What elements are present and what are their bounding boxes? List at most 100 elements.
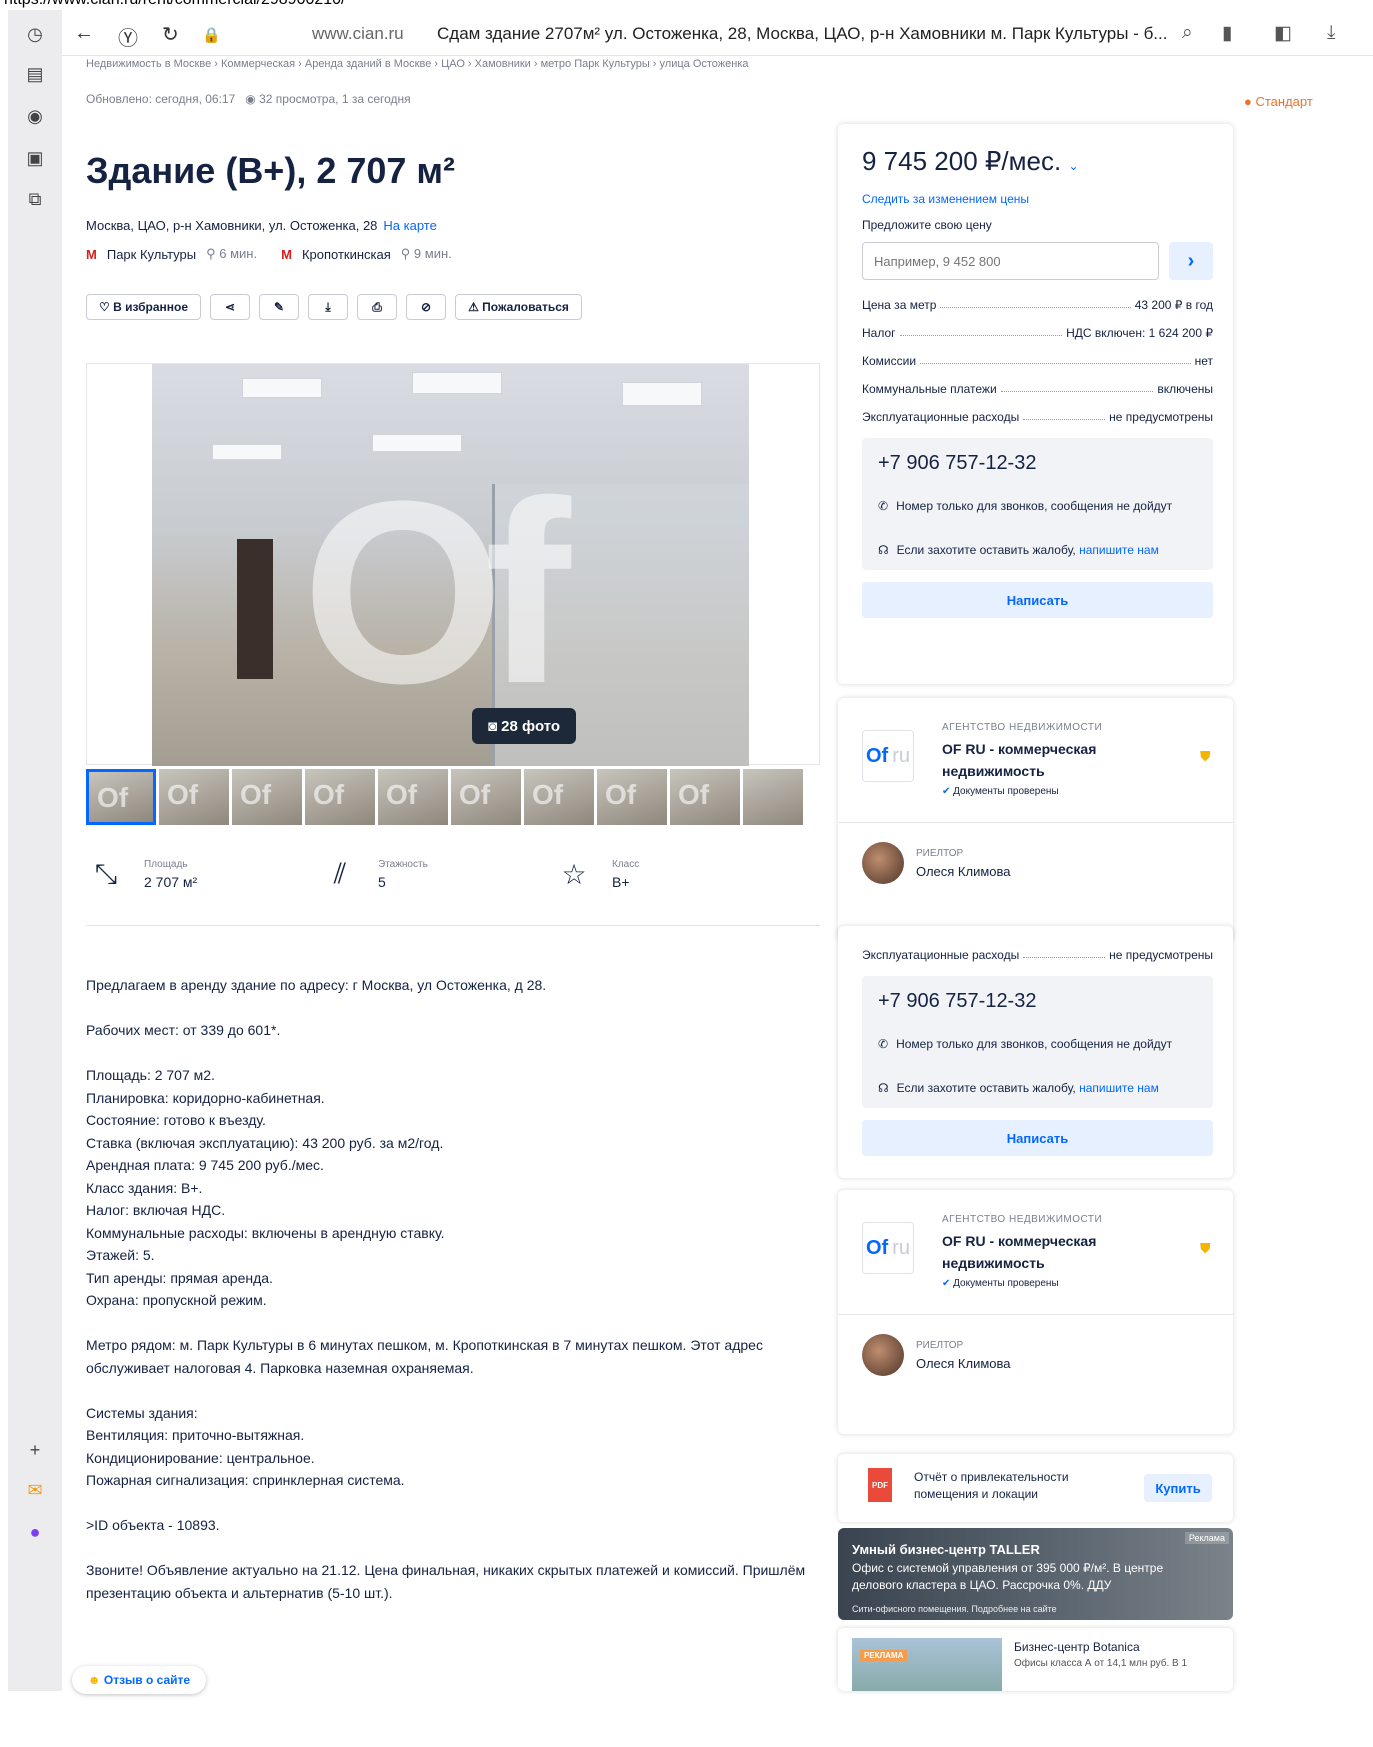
print-icon: ⎙ <box>372 299 382 314</box>
metro-name[interactable]: Парк Культуры <box>107 247 196 262</box>
thumbnail[interactable]: Of <box>232 769 302 825</box>
feature-floors: ⫽ Этажность 5 <box>322 856 428 892</box>
photo-count-button[interactable]: ◙ 28 фото <box>472 708 576 744</box>
lock-icon: 🔒 <box>202 27 221 44</box>
search-icon[interactable]: ⌕ <box>1182 22 1193 44</box>
hide-button[interactable]: ⊘ <box>406 294 447 320</box>
favorite-button[interactable]: ♡ В избранное <box>86 294 202 320</box>
phone-number[interactable]: +7 906 757-12-32 <box>878 452 1036 475</box>
download-icon: ⤓ <box>325 299 331 314</box>
phone-number[interactable]: +7 906 757-12-32 <box>878 990 1036 1013</box>
realtor-name[interactable]: Олеся Климова <box>916 1356 1011 1371</box>
complain-button[interactable]: ⚠ Пожаловаться <box>455 294 582 320</box>
write-button[interactable]: Написать <box>862 582 1213 618</box>
report-text: Отчёт о привлекательности помещения и ло… <box>914 1470 1069 1501</box>
photo-gallery[interactable]: Of ◙ 28 фото <box>86 363 820 766</box>
walk-time: ⚲ 9 мин. <box>400 246 452 261</box>
offer-submit-button[interactable]: › <box>1169 242 1213 280</box>
agency-logo[interactable]: Of ru <box>862 1222 914 1274</box>
thumbnail[interactable] <box>743 769 803 825</box>
check-icon: ✔ <box>942 1278 951 1289</box>
page-tab-title[interactable]: Сдам здание 2707м² ул. Остоженка, 28, Мо… <box>437 24 1167 44</box>
offer-input[interactable] <box>862 242 1159 280</box>
pdf-icon: PDF <box>868 1468 892 1502</box>
chevron-down-icon[interactable]: ⌄ <box>1068 159 1078 173</box>
metro-name[interactable]: Кропоткинская <box>302 247 391 262</box>
ad-tag: РЕКЛАМА <box>860 1650 908 1661</box>
map-link[interactable]: На карте <box>383 218 436 233</box>
agency-logo[interactable]: Of ru <box>862 730 914 782</box>
avatar[interactable] <box>862 842 904 884</box>
browser-toolbar: ← Ⓨ ↻ 🔒 www.cian.ru Сдам здание 2707м² у… <box>62 10 1373 56</box>
follow-price-link[interactable]: Следить за изменением цены <box>862 192 1029 206</box>
add-icon[interactable]: + <box>21 1436 49 1464</box>
thumbnail[interactable]: Of <box>86 769 156 825</box>
thumbnail[interactable]: Of <box>670 769 740 825</box>
divider <box>838 1314 1233 1315</box>
ad-tag: Реклама <box>1184 1532 1229 1544</box>
tabs-icon[interactable]: ▤ <box>21 60 49 88</box>
check-icon: ✔ <box>942 786 951 797</box>
buy-button[interactable]: Купить <box>1144 1474 1212 1502</box>
url-domain[interactable]: www.cian.ru <box>312 24 404 44</box>
complain-link[interactable]: напишите нам <box>1079 543 1159 557</box>
edit-button[interactable]: ✎ <box>259 294 300 320</box>
history-icon[interactable]: ◷ <box>21 20 49 48</box>
bookmark-icon[interactable]: ▮ <box>1222 22 1232 45</box>
share-button[interactable]: ⋖ <box>210 294 251 320</box>
yandex-icon[interactable]: Ⓨ <box>118 22 138 51</box>
thumbnail[interactable]: Of <box>159 769 229 825</box>
area-icon: ⤡ <box>94 857 118 889</box>
download-button[interactable]: ⤓ <box>308 294 349 320</box>
standard-badge: ● Стандарт <box>1244 94 1313 109</box>
thumbnail[interactable]: Of <box>305 769 375 825</box>
thumbnail[interactable]: Of <box>451 769 521 825</box>
alice-icon[interactable]: ● <box>21 1518 49 1546</box>
main-photo[interactable]: Of ◙ 28 фото <box>152 364 749 766</box>
eye-icon: ◉ <box>245 92 256 106</box>
thumbnail[interactable]: Of <box>597 769 667 825</box>
agency-name[interactable]: OF RU - коммерческая недвижимость <box>942 1230 1142 1274</box>
page-title: Здание (В+), 2 707 м² <box>86 150 456 191</box>
reader-icon[interactable]: ◧ <box>1274 22 1292 45</box>
stairs-icon: ⫽ <box>333 857 347 889</box>
print-button[interactable]: ⎙ <box>357 294 398 320</box>
action-bar: ♡ В избранное ⋖ ✎ ⤓ ⎙ ⊘ ⚠ Пожаловаться <box>86 294 582 320</box>
calendar-icon[interactable]: ▣ <box>21 144 49 172</box>
smile-icon: ☻ <box>87 1673 104 1687</box>
agency-kind: АГЕНТСТВО НЕДВИЖИМОСТИ <box>942 1214 1103 1225</box>
agency-name[interactable]: OF RU - коммерческая недвижимость <box>942 738 1142 782</box>
ad-banner[interactable]: Реклама Умный бизнес-центр TALLER Офис с… <box>838 1528 1233 1620</box>
thumbnail[interactable]: Of <box>524 769 594 825</box>
ceiling-light <box>622 382 702 406</box>
mail-icon[interactable]: ✉ <box>21 1476 49 1504</box>
headset-icon: ☊ <box>878 1081 889 1095</box>
avatar[interactable] <box>862 1334 904 1376</box>
price-row: Коммунальные платежи включены <box>862 382 1213 396</box>
media-icon[interactable]: ◉ <box>21 102 49 130</box>
complain-link[interactable]: напишите нам <box>1079 1081 1159 1095</box>
price-row: Комиссии нет <box>862 354 1213 368</box>
share-icon: ⋖ <box>225 300 236 314</box>
heart-icon: ♡ <box>99 300 114 314</box>
documents-checked: ✔ Документы проверены <box>942 1278 1059 1289</box>
thumbnail[interactable]: Of <box>378 769 448 825</box>
breadcrumb[interactable]: Недвижимость в Москве › Коммерческая › А… <box>86 58 749 70</box>
price: 9 745 200 ₽/мес. ⌄ <box>862 146 1079 176</box>
download-icon[interactable]: ⤓ <box>1327 22 1335 44</box>
price-row: Налог НДС включен: 1 624 200 ₽ <box>862 326 1213 340</box>
back-icon[interactable]: ← <box>74 22 94 45</box>
write-button[interactable]: Написать <box>862 1120 1213 1156</box>
feature-area: ⤡ Площадь 2 707 м² <box>88 856 197 892</box>
ad-image <box>852 1638 1002 1691</box>
reload-icon[interactable]: ↻ <box>162 22 179 47</box>
screenshot-icon[interactable]: ⧉ <box>21 185 49 213</box>
phone-icon: ✆ <box>878 1037 889 1051</box>
headset-icon: ☊ <box>878 543 889 557</box>
star-icon: ☆ <box>561 858 587 890</box>
thumbnail-strip: Of Of Of Of Of Of Of Of Of <box>86 769 803 825</box>
realtor-label: РИЕЛТОР <box>916 848 964 859</box>
review-button[interactable]: ☻ Отзыв о сайте <box>72 1666 206 1694</box>
realtor-name[interactable]: Олеся Климова <box>916 864 1011 879</box>
ad-card[interactable]: РЕКЛАМА Бизнес-центр Botanica Офисы клас… <box>838 1628 1233 1691</box>
